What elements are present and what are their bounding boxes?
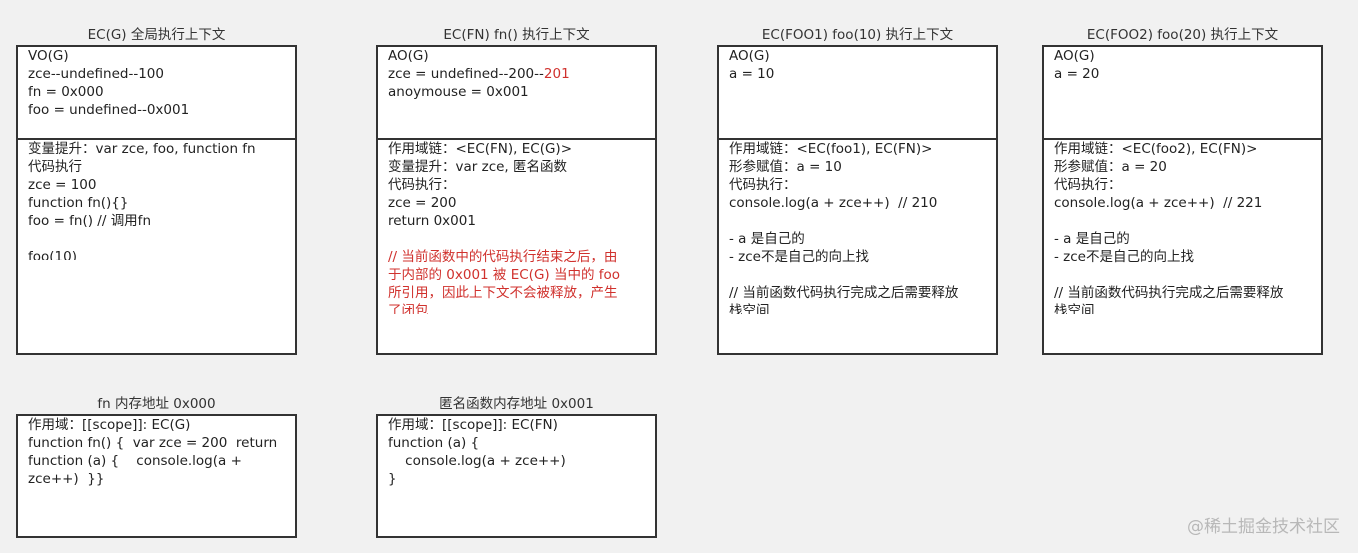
code-line: 代码执行： [1054,177,1122,193]
ao-line: AO(G) [388,48,429,64]
vo-line: fn = 0x000 [28,84,104,100]
code-line: 作用域链：<EC(foo2), EC(FN)> [1054,141,1258,157]
code-line: 形参赋值：a = 10 [729,159,842,175]
code-line: 变量提升：var zce, 匿名函数 [388,159,567,175]
code-line: function fn(){} [28,195,129,211]
foo1-code-section: 作用域链：<EC(foo1), EC(FN)> 形参赋值：a = 10 代码执行… [719,140,996,353]
foo1-code-lines: 作用域链：<EC(foo1), EC(FN)> 形参赋值：a = 10 代码执行… [719,140,996,314]
fn-code-lines: 作用域链：<EC(FN), EC(G)> 变量提升：var zce, 匿名函数 … [378,140,655,314]
code-line: return 0x001 [388,213,476,229]
heap-line: console.log(a + zce++) [388,453,566,469]
anon-heap-box: 作用域：[[scope]]: EC(FN) function (a) { con… [376,414,657,538]
fn-activation-object: AO(G) zce = undefined--200--201 anoymous… [378,47,655,140]
ao-text: zce = undefined--200-- [388,66,544,82]
code-line: 变量提升：var zce, foo, function fn [28,141,256,157]
code-line: - zce不是自己的向上找 [729,249,869,265]
foo2-ao-lines: AO(G) a = 20 [1044,47,1321,83]
code-line: // 当前函数代码执行完成之后需要释放 [1054,285,1284,301]
ao-line: anoymouse = 0x001 [388,84,529,100]
foo2-ec-title: EC(FOO2) foo(20) 执行上下文 [1086,27,1279,43]
fn-code-section: 作用域链：<EC(FN), EC(G)> 变量提升：var zce, 匿名函数 … [378,140,655,353]
code-line: foo(10) [28,249,77,260]
heap-line: function (a) { console.log(a + [28,453,242,469]
anon-heap-title: 匿名函数内存地址 0x001 [439,396,594,412]
code-line: 代码执行 [28,159,82,175]
vo-line: zce--undefined--100 [28,66,164,82]
fn-ec-box: AO(G) zce = undefined--200--201 anoymous… [376,45,657,355]
foo2-activation-object: AO(G) a = 20 [1044,47,1321,140]
closure-comment-line: // 当前函数中的代码执行结束之后，由 [388,249,618,265]
global-ec-title: EC(G) 全局执行上下文 [87,27,226,43]
heap-line: zce++) }} [28,471,105,487]
global-ec-box: VO(G) zce--undefined--100 fn = 0x000 foo… [16,45,297,355]
fn-heap-box: 作用域：[[scope]]: EC(G) function fn() { var… [16,414,297,538]
ao-line: AO(G) [729,48,770,64]
code-line: // 当前函数代码执行完成之后需要释放 [729,285,959,301]
vo-line: foo = undefined--0x001 [28,102,190,118]
code-line: 作用域链：<EC(foo1), EC(FN)> [729,141,933,157]
foo1-ao-lines: AO(G) a = 10 [719,47,996,83]
watermark: @稀土掘金技术社区 [1187,517,1340,537]
foo2-ec-box: AO(G) a = 20 作用域链：<EC(foo2), EC(FN)> 形参赋… [1042,45,1323,355]
closure-comment-line: 于内部的 0x001 被 EC(G) 当中的 foo [388,267,621,283]
code-line: zce = 100 [28,177,97,193]
foo1-ec-box: AO(G) a = 10 作用域链：<EC(foo1), EC(FN)> 形参赋… [717,45,998,355]
heap-line: function (a) { [388,435,480,451]
global-code-lines: 变量提升：var zce, foo, function fn 代码执行 zce … [18,140,295,260]
heap-line: function fn() { var zce = 200 return [28,435,278,451]
closure-comment-line: 了闭包 [388,303,429,314]
foo1-ec-title: EC(FOO1) foo(10) 执行上下文 [761,27,954,43]
code-line: - a 是自己的 [1054,231,1130,247]
code-line: - zce不是自己的向上找 [1054,249,1194,265]
code-line: zce = 200 [388,195,457,211]
ao-red-value: 201 [543,66,570,82]
heap-line: 作用域：[[scope]]: EC(FN) [388,417,558,433]
fn-heap-lines: 作用域：[[scope]]: EC(G) function fn() { var… [18,416,295,488]
vo-line: VO(G) [28,48,69,64]
fn-heap-title: fn 内存地址 0x000 [97,396,216,412]
code-line: 栈空间 [1054,303,1095,314]
ao-line: a = 10 [729,66,775,82]
foo1-activation-object: AO(G) a = 10 [719,47,996,140]
code-line: 形参赋值：a = 20 [1054,159,1167,175]
code-line: 代码执行： [729,177,797,193]
foo2-code-lines: 作用域链：<EC(foo2), EC(FN)> 形参赋值：a = 20 代码执行… [1044,140,1321,314]
ao-line: a = 20 [1054,66,1100,82]
code-line: 栈空间 [729,303,770,314]
anon-heap-lines: 作用域：[[scope]]: EC(FN) function (a) { con… [378,416,655,488]
global-variable-object: VO(G) zce--undefined--100 fn = 0x000 foo… [18,47,295,140]
closure-comment-line: 所引用，因此上下文不会被释放，产生 [388,285,618,301]
code-line: 代码执行： [388,177,456,193]
code-line: foo = fn() // 调用fn [28,213,151,229]
code-line: 作用域链：<EC(FN), EC(G)> [388,141,573,157]
fn-ec-title: EC(FN) fn() 执行上下文 [443,27,590,43]
code-line: console.log(a + zce++) // 210 [729,195,938,211]
global-vo-lines: VO(G) zce--undefined--100 fn = 0x000 foo… [18,47,295,119]
ao-line: zce = undefined--200--201 [388,65,655,83]
code-line: console.log(a + zce++) // 221 [1054,195,1263,211]
code-line: - a 是自己的 [729,231,805,247]
foo2-code-section: 作用域链：<EC(foo2), EC(FN)> 形参赋值：a = 20 代码执行… [1044,140,1321,353]
heap-line: 作用域：[[scope]]: EC(G) [28,417,191,433]
global-code-section: 变量提升：var zce, foo, function fn 代码执行 zce … [18,140,295,353]
heap-line: } [388,471,397,487]
fn-ao-lines: AO(G) zce = undefined--200--201 anoymous… [378,47,655,101]
ao-line: AO(G) [1054,48,1095,64]
